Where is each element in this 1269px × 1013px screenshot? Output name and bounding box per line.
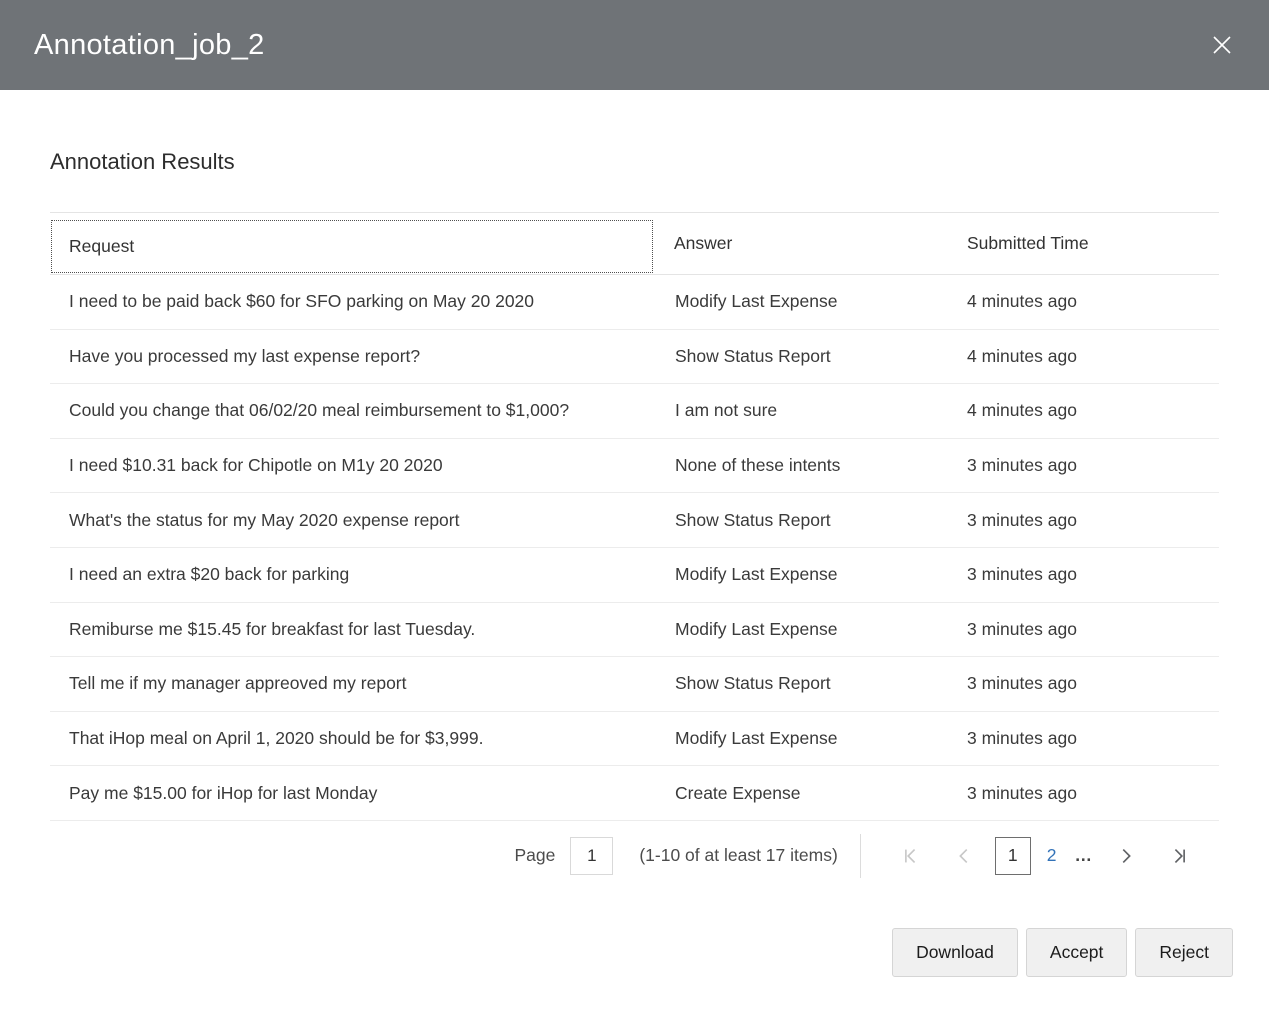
page-label: Page bbox=[514, 845, 555, 866]
answer-cell: Show Status Report bbox=[653, 510, 945, 531]
answer-cell: Show Status Report bbox=[653, 673, 945, 694]
request-cell: Have you processed my last expense repor… bbox=[50, 346, 653, 367]
request-cell: Could you change that 06/02/20 meal reim… bbox=[50, 400, 653, 421]
previous-page-button[interactable] bbox=[950, 836, 978, 876]
submitted-time-cell: 3 minutes ago bbox=[945, 510, 1219, 531]
answer-cell: I am not sure bbox=[653, 400, 945, 421]
chevron-left-icon bbox=[953, 845, 975, 867]
request-cell: I need to be paid back $60 for SFO parki… bbox=[50, 291, 653, 312]
dialog-titlebar: Annotation_job_2 bbox=[0, 0, 1269, 90]
request-cell: What's the status for my May 2020 expens… bbox=[50, 510, 653, 531]
pagination-divider bbox=[860, 834, 861, 878]
close-icon bbox=[1210, 33, 1234, 57]
table-row: I need an extra $20 back for parking Mod… bbox=[50, 548, 1219, 603]
table-row: I need $10.31 back for Chipotle on M1y 2… bbox=[50, 439, 1219, 494]
dialog-body: Annotation Results Request Answer Submit… bbox=[0, 148, 1269, 977]
items-range-summary: (1-10 of at least 17 items) bbox=[639, 845, 837, 866]
page-number-input[interactable] bbox=[570, 837, 613, 875]
table-row: Remiburse me $15.45 for breakfast for la… bbox=[50, 603, 1219, 658]
answer-cell: Create Expense bbox=[653, 783, 945, 804]
column-header-submitted-time[interactable]: Submitted Time bbox=[945, 213, 1219, 274]
annotation-results-table: Request Answer Submitted Time I need to … bbox=[50, 212, 1219, 821]
pagination-bar: Page (1-10 of at least 17 items) 1 2 … bbox=[50, 821, 1219, 891]
current-page-indicator[interactable]: 1 bbox=[995, 837, 1031, 875]
chevron-right-icon bbox=[1115, 845, 1137, 867]
request-cell: Remiburse me $15.45 for breakfast for la… bbox=[50, 619, 653, 640]
answer-cell: Modify Last Expense bbox=[653, 619, 945, 640]
table-row: Could you change that 06/02/20 meal reim… bbox=[50, 384, 1219, 439]
request-cell: That iHop meal on April 1, 2020 should b… bbox=[50, 728, 653, 749]
close-button[interactable] bbox=[1201, 24, 1243, 66]
table-row: Tell me if my manager appreoved my repor… bbox=[50, 657, 1219, 712]
download-button[interactable]: Download bbox=[892, 928, 1018, 977]
submitted-time-cell: 3 minutes ago bbox=[945, 455, 1219, 476]
table-header-row: Request Answer Submitted Time bbox=[50, 213, 1219, 275]
page-2-link[interactable]: 2 bbox=[1047, 845, 1057, 866]
request-cell: I need an extra $20 back for parking bbox=[50, 564, 653, 585]
table-row: Have you processed my last expense repor… bbox=[50, 330, 1219, 385]
submitted-time-cell: 3 minutes ago bbox=[945, 619, 1219, 640]
dialog-title: Annotation_job_2 bbox=[0, 29, 265, 62]
answer-cell: Show Status Report bbox=[653, 346, 945, 367]
submitted-time-cell: 4 minutes ago bbox=[945, 400, 1219, 421]
answer-cell: Modify Last Expense bbox=[653, 728, 945, 749]
first-page-icon bbox=[899, 845, 921, 867]
next-page-button[interactable] bbox=[1112, 836, 1140, 876]
last-page-icon bbox=[1169, 845, 1191, 867]
answer-cell: Modify Last Expense bbox=[653, 564, 945, 585]
last-page-button[interactable] bbox=[1166, 836, 1194, 876]
column-header-answer[interactable]: Answer bbox=[653, 213, 945, 274]
table-row: Pay me $15.00 for iHop for last Monday C… bbox=[50, 766, 1219, 821]
table-row: I need to be paid back $60 for SFO parki… bbox=[50, 275, 1219, 330]
submitted-time-cell: 3 minutes ago bbox=[945, 783, 1219, 804]
request-cell: Pay me $15.00 for iHop for last Monday bbox=[50, 783, 653, 804]
submitted-time-cell: 4 minutes ago bbox=[945, 291, 1219, 312]
table-row: That iHop meal on April 1, 2020 should b… bbox=[50, 712, 1219, 767]
column-header-request[interactable]: Request bbox=[51, 220, 653, 273]
submitted-time-cell: 4 minutes ago bbox=[945, 346, 1219, 367]
submitted-time-cell: 3 minutes ago bbox=[945, 728, 1219, 749]
answer-cell: Modify Last Expense bbox=[653, 291, 945, 312]
dialog-footer: Download Accept Reject bbox=[50, 928, 1233, 977]
answer-cell: None of these intents bbox=[653, 455, 945, 476]
page-title: Annotation Results bbox=[50, 148, 1219, 175]
submitted-time-cell: 3 minutes ago bbox=[945, 673, 1219, 694]
table-row: What's the status for my May 2020 expens… bbox=[50, 493, 1219, 548]
request-cell: I need $10.31 back for Chipotle on M1y 2… bbox=[50, 455, 653, 476]
first-page-button[interactable] bbox=[896, 836, 924, 876]
request-cell: Tell me if my manager appreoved my repor… bbox=[50, 673, 653, 694]
reject-button[interactable]: Reject bbox=[1135, 928, 1233, 977]
submitted-time-cell: 3 minutes ago bbox=[945, 564, 1219, 585]
page-ellipsis: … bbox=[1075, 845, 1094, 866]
accept-button[interactable]: Accept bbox=[1026, 928, 1128, 977]
